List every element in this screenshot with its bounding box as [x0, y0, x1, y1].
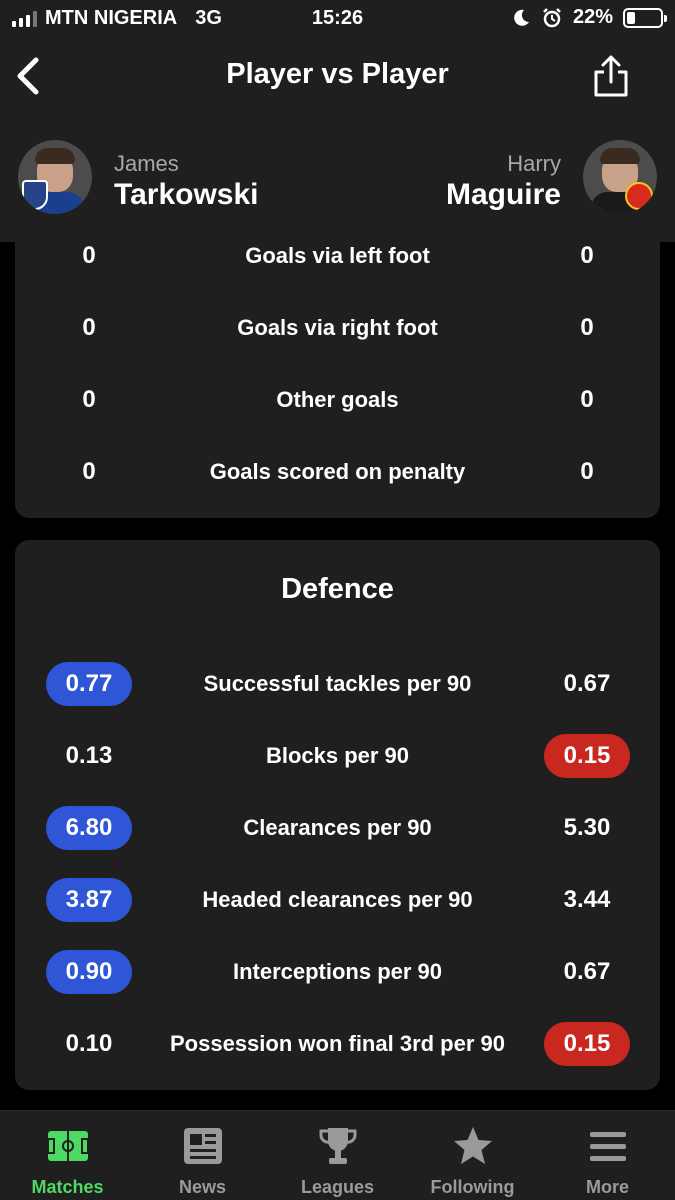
tab-leagues[interactable]: Leagues [270, 1111, 405, 1200]
page-title: Player vs Player [226, 58, 449, 90]
player-first-name-left: James [114, 151, 179, 176]
newspaper-icon [184, 1128, 222, 1164]
top-header: Player vs Player [0, 38, 675, 116]
battery-percent: 22% [572, 6, 613, 28]
stat-highlight-pill: 0.15 [543, 1022, 631, 1066]
stat-row: 6.80 Clearances per 90 5.30 [15, 792, 660, 864]
stat-highlight-pill: 0.90 [45, 950, 133, 994]
app-screen: MTN NIGERIA 3G 15:26 22% Player vs Playe… [0, 0, 675, 1200]
stat-value-right: 0 [580, 458, 594, 485]
player-name-right[interactable]: Harry Maguire [446, 152, 561, 214]
star-icon [454, 1127, 492, 1164]
status-right: 22% [511, 6, 667, 29]
stat-value-right: 5.30 [563, 814, 611, 841]
stat-row: 0 Other goals 0 [15, 364, 660, 436]
stat-value-right: 0.15 [540, 1008, 634, 1080]
stat-label: Goals scored on penalty [209, 459, 466, 484]
tab-label-more: More [585, 1177, 629, 1197]
alarm-icon [543, 7, 561, 27]
player-comparison-header: James Tarkowski Harry Maguire [0, 116, 675, 242]
stat-value-left: 0.13 [65, 742, 113, 769]
menu-icon [590, 1132, 626, 1161]
section-heading-defence: Defence [281, 573, 394, 605]
tab-label-news: News [178, 1177, 227, 1197]
stat-value-left: 0 [82, 386, 96, 413]
stat-value-right: 0 [580, 386, 594, 413]
bottom-tab-bar: Matches News Leagues Following More [0, 1110, 675, 1200]
stat-highlight-pill: 6.80 [45, 806, 133, 850]
trophy-icon [319, 1128, 357, 1164]
stat-row: 0.10 Possession won final 3rd per 90 0.15 [15, 1008, 660, 1080]
tab-label-leagues: Leagues [300, 1177, 375, 1197]
stat-value-left: 6.80 [41, 792, 137, 864]
player-name-left[interactable]: James Tarkowski [114, 152, 259, 214]
pitch-icon [47, 1131, 89, 1161]
stat-value-left: 0.77 [41, 648, 137, 720]
stat-label: Headed clearances per 90 [202, 887, 473, 912]
stat-row: 0 Goals via right foot 0 [15, 292, 660, 364]
stat-value-right: 3.44 [563, 886, 611, 913]
everton-badge-icon [22, 180, 48, 210]
stat-value-right: 0.15 [540, 720, 634, 792]
stat-highlight-pill: 3.87 [45, 878, 133, 922]
stat-highlight-pill: 0.77 [45, 662, 133, 706]
stat-row: 0 Goals scored on penalty 0 [15, 436, 660, 508]
stat-value-right: 0.67 [563, 670, 611, 697]
tab-label-following: Following [430, 1177, 515, 1197]
status-bar: MTN NIGERIA 3G 15:26 22% [0, 0, 675, 38]
tab-news[interactable]: News [135, 1111, 270, 1200]
player-avatar-right[interactable] [583, 140, 657, 214]
defence-card: Defence 0.77 Successful tackles per 90 0.6… [15, 540, 660, 1090]
tab-matches[interactable]: Matches [0, 1111, 135, 1200]
stat-row: 3.87 Headed clearances per 90 3.44 [15, 864, 660, 936]
stat-label: Possession won final 3rd per 90 [170, 1031, 505, 1056]
tab-label-matches: Matches [31, 1177, 104, 1197]
stat-value-left: 0.10 [65, 1030, 113, 1057]
player-first-name-right: Harry [507, 151, 561, 176]
stat-value-left: 0 [82, 458, 96, 485]
stat-value-left: 0 [82, 314, 96, 341]
player-avatar-left[interactable] [18, 140, 92, 214]
stat-label: Successful tackles per 90 [203, 671, 472, 696]
battery-icon [623, 7, 667, 28]
stat-value-left: 3.87 [41, 864, 137, 936]
stat-row: 0.77 Successful tackles per 90 0.67 [15, 648, 660, 720]
stat-highlight-pill: 0.15 [543, 734, 631, 778]
stat-label: Interceptions per 90 [232, 959, 443, 984]
stat-label: Clearances per 90 [243, 815, 432, 840]
stat-label: Blocks per 90 [265, 743, 410, 768]
stat-value-right: 0 [580, 314, 594, 341]
player-last-name-left: Tarkowski [114, 178, 259, 211]
tab-following[interactable]: Following [405, 1111, 540, 1200]
tab-more[interactable]: More [540, 1111, 675, 1200]
stat-value-right: 0.67 [563, 958, 611, 985]
goals-card: 0 Goals via left foot 0 0 Goals via right fo… [15, 212, 660, 518]
stat-label: Other goals [276, 387, 399, 412]
moon-icon [514, 9, 529, 26]
stat-label: Goals via right foot [237, 315, 438, 340]
share-icon [594, 55, 628, 97]
share-button[interactable] [591, 54, 631, 98]
manchester-united-badge-icon [625, 182, 653, 210]
player-last-name-right: Maguire [445, 178, 561, 211]
stat-row: 0.13 Blocks per 90 0.15 [15, 720, 660, 792]
stat-row: 0.90 Interceptions per 90 0.67 [15, 936, 660, 1008]
stat-value-left: 0.90 [41, 936, 137, 1008]
